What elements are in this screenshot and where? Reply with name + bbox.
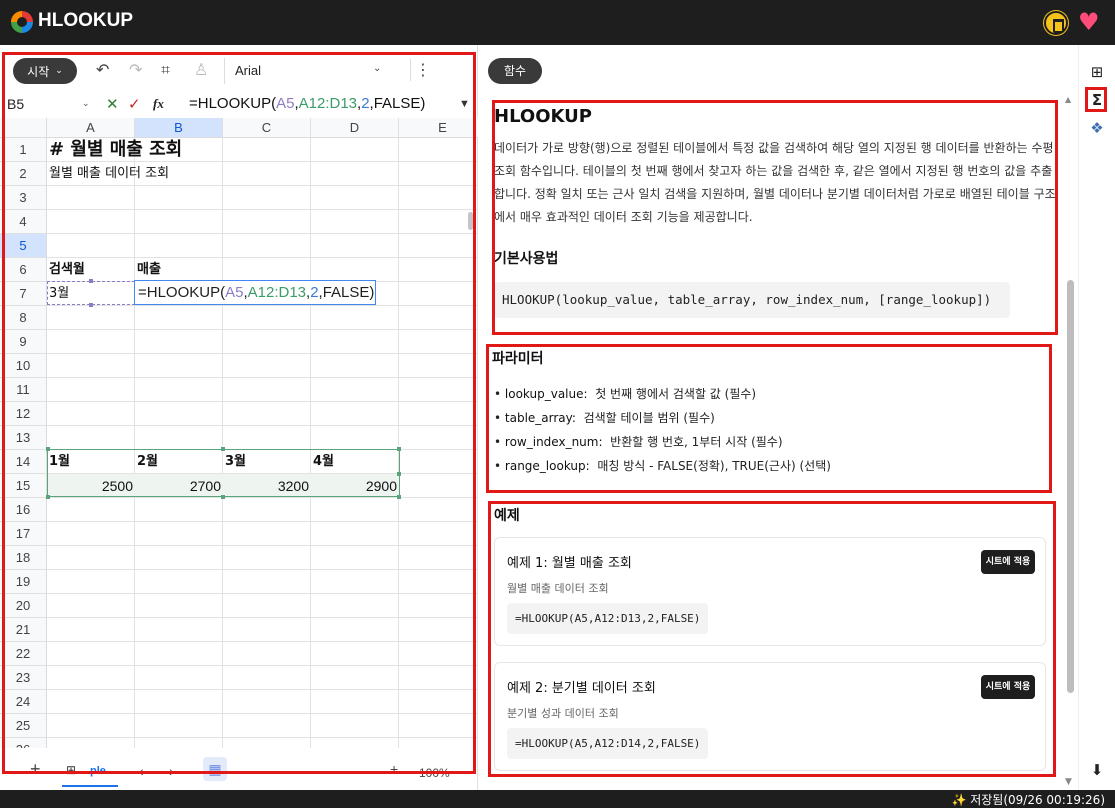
python-icon[interactable]: ❖ bbox=[1088, 119, 1106, 137]
status-bar: ✨ 저장됨(09/26 00:19:26) bbox=[0, 790, 1115, 808]
highlight-box-params bbox=[486, 344, 1052, 493]
app-logo-icon bbox=[11, 11, 33, 33]
panel-scrollbar[interactable] bbox=[1067, 280, 1074, 693]
top-bar: HLOOKUP ♥ bbox=[0, 0, 1115, 45]
highlight-box-sigma bbox=[1085, 87, 1107, 112]
coin-icon[interactable] bbox=[1044, 11, 1068, 35]
highlight-box-examples bbox=[488, 501, 1056, 777]
save-status: ✨ 저장됨(09/26 00:19:26) bbox=[951, 793, 1105, 807]
download-icon[interactable]: ⬇ bbox=[1088, 761, 1106, 779]
table-icon[interactable]: ⊞ bbox=[1088, 63, 1106, 81]
scroll-down-icon[interactable]: ▼ bbox=[1065, 777, 1072, 787]
highlight-box-spreadsheet bbox=[2, 52, 476, 774]
app-title: HLOOKUP bbox=[38, 10, 133, 31]
heart-icon[interactable]: ♥ bbox=[1078, 10, 1104, 34]
highlight-box-overview bbox=[492, 100, 1058, 335]
scroll-up-icon[interactable]: ▲ bbox=[1065, 95, 1071, 104]
side-icon-strip: ⊞ Σ ❖ ⬇ bbox=[1078, 45, 1115, 790]
tab-functions[interactable]: 함수 bbox=[488, 58, 542, 84]
